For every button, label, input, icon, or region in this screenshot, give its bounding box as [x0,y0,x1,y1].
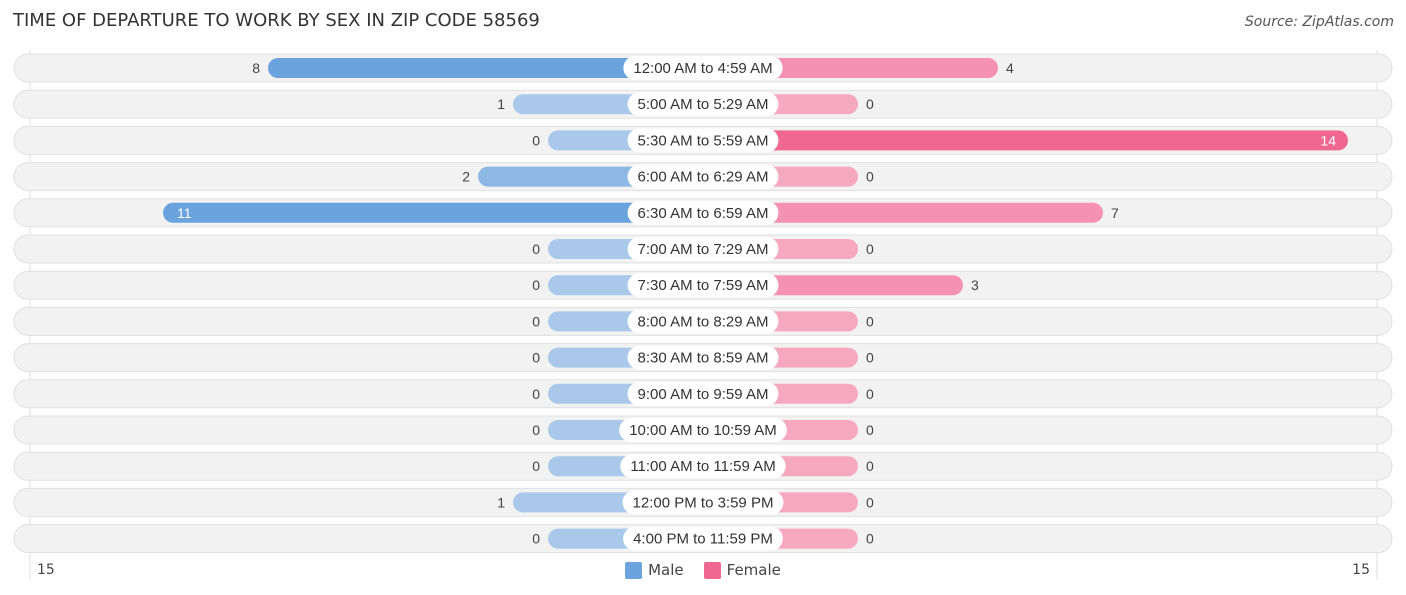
legend-swatch-male [625,561,643,579]
category-label: 6:00 AM to 6:29 AM [638,169,769,186]
value-label-female: 7 [1111,205,1119,221]
category-label: 5:30 AM to 5:59 AM [638,132,769,149]
value-label-male: 0 [532,386,540,402]
value-label-female: 0 [866,422,874,438]
value-label-female: 0 [866,531,874,547]
category-label: 5:00 AM to 5:29 AM [638,96,769,113]
legend: Male Female [0,561,1406,579]
value-label-male: 1 [497,96,505,112]
category-label: 8:30 AM to 8:59 AM [638,350,769,367]
value-label-male: 0 [532,350,540,366]
category-label: 9:00 AM to 9:59 AM [638,386,769,403]
bar-female [703,130,1348,151]
category-label: 6:30 AM to 6:59 AM [638,205,769,222]
category-label: 10:00 AM to 10:59 AM [629,422,777,439]
legend-item-female[interactable]: Female [703,561,781,579]
value-label-male: 0 [532,531,540,547]
legend-label-male: Male [648,561,684,579]
legend-label-female: Female [726,561,781,579]
value-label-male: 8 [252,60,260,76]
value-label-female: 0 [866,350,874,366]
category-label: 8:00 AM to 8:29 AM [638,313,769,330]
category-label: 12:00 PM to 3:59 PM [633,494,774,511]
value-label-male: 0 [532,313,540,329]
legend-swatch-female [703,561,721,579]
value-label-male: 0 [532,132,540,148]
value-label-female: 0 [866,494,874,510]
value-label-male: 2 [462,169,470,185]
value-label-female: 0 [866,458,874,474]
category-label: 12:00 AM to 4:59 AM [633,60,772,77]
value-label-female: 0 [866,96,874,112]
value-label-female: 0 [866,313,874,329]
value-label-male: 11 [177,205,192,221]
category-label: 11:00 AM to 11:59 AM [630,458,775,475]
category-label: 7:00 AM to 7:29 AM [638,241,769,258]
value-label-male: 0 [532,277,540,293]
value-label-male: 1 [497,494,505,510]
value-label-female: 0 [866,241,874,257]
category-label: 7:30 AM to 7:59 AM [638,277,769,294]
value-label-female: 0 [866,386,874,402]
value-label-female: 0 [866,169,874,185]
value-label-female: 4 [1006,60,1014,76]
value-label-male: 0 [532,458,540,474]
value-label-male: 0 [532,422,540,438]
value-label-male: 0 [532,241,540,257]
legend-item-male[interactable]: Male [625,561,684,579]
diverging-bar-chart: 12:00 AM to 4:59 AM 8 4 5:00 AM to 5:29 AM 1… [13,50,1393,580]
bar-male [163,202,703,223]
value-label-female: 3 [971,277,979,293]
value-label-female: 14 [1320,132,1336,148]
category-label: 4:00 PM to 11:59 PM [633,531,773,548]
